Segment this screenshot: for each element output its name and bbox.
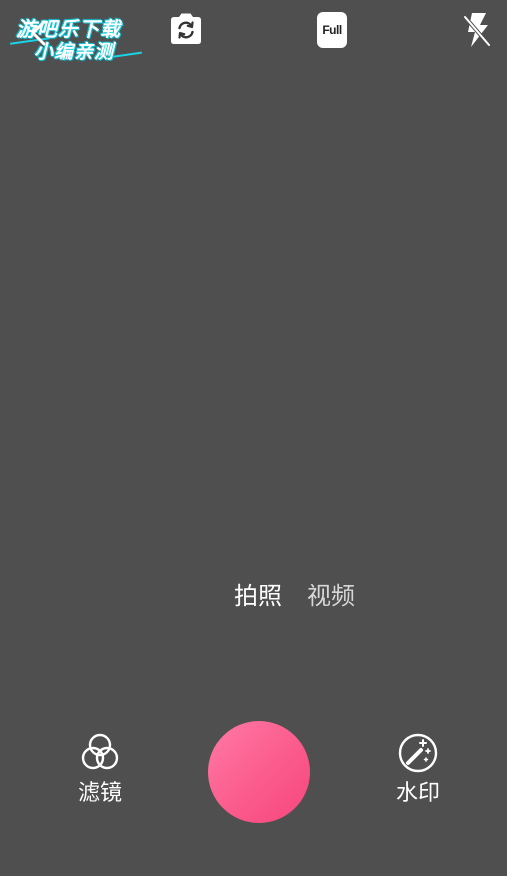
watermark-label: 水印 — [395, 781, 440, 806]
camera-screen: 游吧乐下载 小编亲测 Full 拍照 视频 滤镜 水印 — [0, 0, 507, 876]
chevron-left-icon — [31, 20, 46, 46]
tab-photo[interactable]: 拍照 — [234, 578, 282, 614]
filter-button[interactable]: 滤镜 — [70, 732, 130, 808]
back-button[interactable] — [24, 18, 54, 48]
shutter-button[interactable] — [208, 721, 310, 823]
switch-camera-button[interactable] — [167, 10, 205, 48]
switch-camera-icon — [171, 13, 201, 44]
flash-off-icon — [463, 13, 491, 47]
viewfinder[interactable] — [0, 60, 507, 560]
capture-mode-tabs: 拍照 视频 — [0, 578, 507, 614]
filter-circles-icon — [81, 733, 119, 770]
full-label: Full — [317, 12, 347, 48]
watermark-button[interactable]: 水印 — [388, 732, 448, 808]
magic-wand-icon — [398, 733, 438, 773]
flash-toggle-button[interactable] — [460, 10, 494, 50]
aspect-full-button[interactable]: Full — [315, 10, 349, 50]
filter-label: 滤镜 — [77, 781, 122, 806]
tab-video[interactable]: 视频 — [307, 578, 355, 614]
